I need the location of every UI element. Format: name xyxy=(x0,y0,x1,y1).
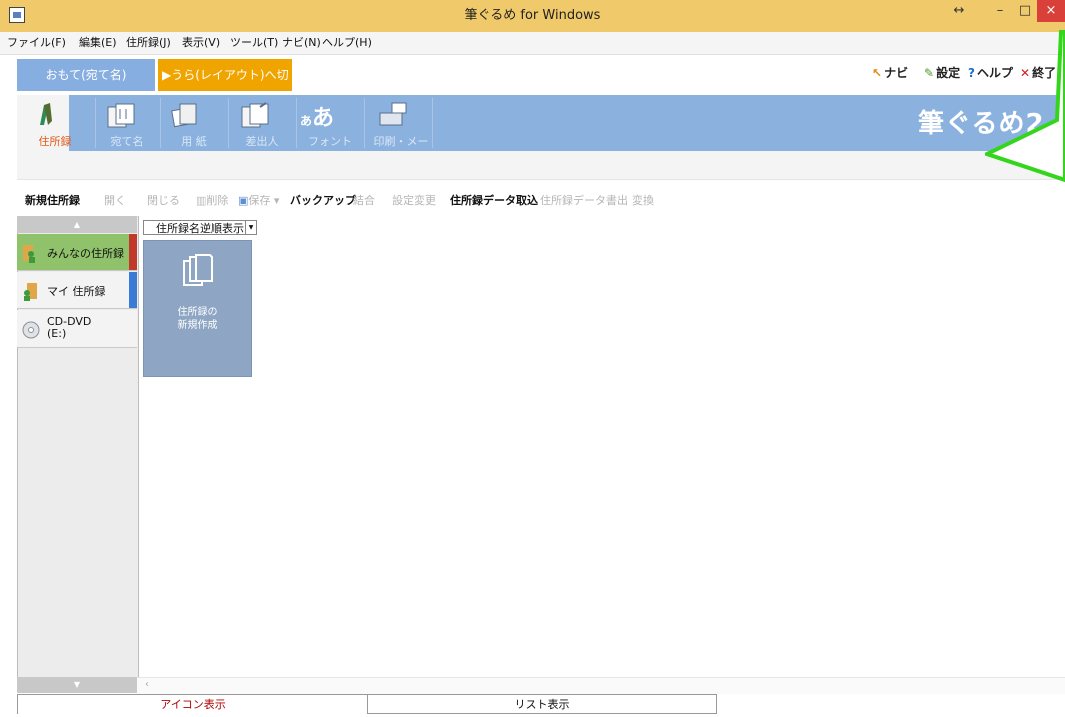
tab-list-view[interactable]: リスト表示 xyxy=(367,694,717,714)
close-button[interactable]: × xyxy=(1037,0,1065,22)
menu-address[interactable]: 住所録(J) xyxy=(126,32,171,54)
tab-back-layout[interactable]: ▶うら(レイアウト)へ切替 xyxy=(158,59,292,114)
open-button[interactable]: 開く xyxy=(104,193,126,209)
convert-button[interactable]: 変換 xyxy=(632,193,654,209)
window-title: 筆ぐるめ for Windows xyxy=(464,8,601,23)
new-address-book-card[interactable]: 住所録の 新規作成 xyxy=(143,240,252,377)
horizontal-scrollbar[interactable]: ‹ xyxy=(137,677,1065,694)
font-icon[interactable]: ああ xyxy=(300,100,334,132)
tab-front-address[interactable]: おもて(宛て名) xyxy=(17,59,155,91)
address-book-icon xyxy=(24,283,37,301)
menu-help[interactable]: ヘルプ(H) xyxy=(322,32,372,54)
ribbon-separator xyxy=(160,98,161,148)
merge-button[interactable]: 結合 xyxy=(353,193,375,209)
sort-select[interactable]: 住所録名逆順表示 ▼ xyxy=(143,220,257,235)
ribbon-sender[interactable]: 差出人 xyxy=(236,133,288,149)
print-mail-icon[interactable] xyxy=(378,101,408,129)
color-tag xyxy=(129,234,137,270)
green-arrow-icon xyxy=(985,30,1065,183)
help-icon: ? xyxy=(968,66,975,80)
ribbon-address-book[interactable]: 住所録 xyxy=(29,133,81,149)
scroll-up-button[interactable]: ▲ xyxy=(17,216,137,233)
ribbon-font[interactable]: フォント xyxy=(304,133,356,149)
export-data-button[interactable]: 住所録データ書出 xyxy=(540,193,628,209)
delete-button[interactable]: ▥削除 xyxy=(196,193,228,209)
ribbon-paper[interactable]: 用 紙 xyxy=(168,133,220,149)
menu-edit[interactable]: 編集(E) xyxy=(79,32,117,54)
navi-link[interactable]: ↖ ナビ xyxy=(872,64,908,82)
import-data-button[interactable]: 住所録データ取込 xyxy=(450,193,538,209)
menu-navi[interactable]: ナビ(N) xyxy=(282,32,321,54)
paper-icon[interactable] xyxy=(170,101,200,129)
addressee-icon[interactable] xyxy=(106,101,136,129)
list-item-everyone-book[interactable]: みんなの住所録 xyxy=(17,234,137,271)
navi-arrow-icon: ↖ xyxy=(872,66,883,80)
menu-view[interactable]: 表示(V) xyxy=(182,32,220,54)
settings-link[interactable]: ✎ 設定 xyxy=(924,64,960,82)
maximize-button[interactable]: □ xyxy=(1013,0,1037,22)
restore-icon[interactable]: ↔ xyxy=(948,0,970,22)
tab-icon-view[interactable]: アイコン表示 xyxy=(17,694,369,714)
save-button[interactable]: ▣保存 ▾ xyxy=(238,193,279,209)
close-book-button[interactable]: 閉じる xyxy=(147,193,180,209)
info-band xyxy=(17,151,1065,180)
wrench-icon: ✎ xyxy=(924,66,935,80)
scroll-down-button[interactable]: ▼ xyxy=(17,677,137,693)
save-icon: ▣ xyxy=(238,194,249,207)
chevron-down-icon[interactable]: ▼ xyxy=(245,221,256,234)
ribbon-separator xyxy=(228,98,229,148)
ribbon-separator xyxy=(296,98,297,148)
menu-tools[interactable]: ツール(T) xyxy=(230,32,278,54)
scroll-left-icon[interactable]: ‹ xyxy=(145,679,149,690)
settings-change-button[interactable]: 設定変更 xyxy=(392,193,436,209)
color-tag xyxy=(129,272,137,308)
list-item-cd-dvd[interactable]: CD-DVD (E:) xyxy=(17,310,137,348)
document-stack-icon xyxy=(183,254,213,286)
ribbon-separator xyxy=(95,98,96,148)
ribbon-separator xyxy=(432,98,433,148)
trash-icon: ▥ xyxy=(196,194,207,207)
ribbon-addressee[interactable]: 宛て名 xyxy=(101,133,153,149)
address-book-icon xyxy=(23,245,35,263)
list-item-my-book[interactable]: マイ 住所録 xyxy=(17,272,137,309)
sender-icon[interactable] xyxy=(240,101,270,129)
new-address-book-button[interactable]: 新規住所録 xyxy=(25,193,80,209)
menu-file[interactable]: ファイル(F) xyxy=(7,32,66,54)
ribbon-separator xyxy=(364,98,365,148)
disc-icon xyxy=(22,321,40,339)
minimize-button[interactable]: – xyxy=(987,0,1013,22)
backup-button[interactable]: バックアップ xyxy=(290,193,356,209)
address-book-icon[interactable] xyxy=(30,101,60,129)
